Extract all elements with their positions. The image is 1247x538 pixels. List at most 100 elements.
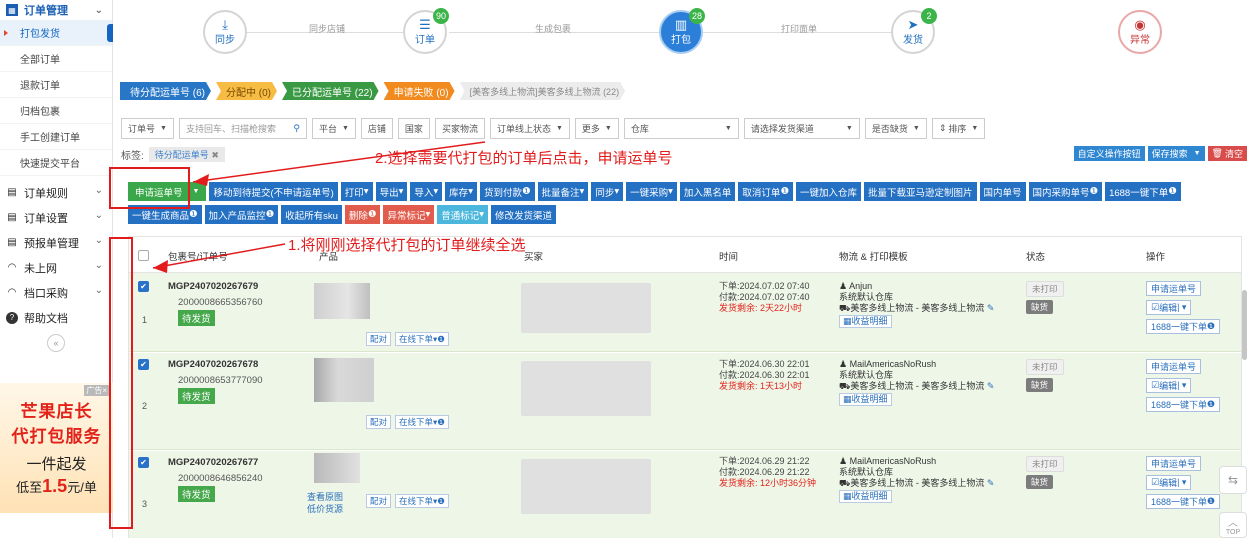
- one-click-purchase-button[interactable]: 一键采购 ▾: [626, 182, 677, 201]
- tab-allocating[interactable]: 分配中 (0): [216, 82, 277, 100]
- 1688-row-button[interactable]: 1688一键下单 ❶: [1146, 494, 1221, 509]
- add-warehouse-button[interactable]: 一键加入仓库: [795, 182, 861, 201]
- order-no[interactable]: 2000008653777090: [178, 375, 263, 386]
- back-to-top-button[interactable]: ︿ TOP: [1219, 512, 1247, 538]
- select-all-checkbox[interactable]: [138, 250, 149, 261]
- sidebar-group-help[interactable]: ? 帮助文档: [0, 305, 112, 330]
- channel-select[interactable]: 请选择发货渠道 ▼: [743, 117, 860, 139]
- view-original-image-link[interactable]: 查看原图: [307, 491, 343, 503]
- collapse-icon[interactable]: «: [47, 334, 65, 352]
- more-select[interactable]: 更多 ▼: [574, 117, 619, 139]
- close-icon[interactable]: ✖: [211, 150, 219, 160]
- delete-button[interactable]: 删除 ❶: [344, 205, 381, 224]
- apply-waybill-row-button[interactable]: 申请运单号: [1146, 456, 1202, 471]
- import-button[interactable]: 导入 ▾: [410, 182, 443, 201]
- print-button[interactable]: 打印 ▾: [340, 182, 373, 201]
- 1688-order-button[interactable]: 1688一键下单 ❶: [1105, 182, 1181, 201]
- package-no[interactable]: MGP2407020267679: [168, 281, 258, 292]
- row-checkbox[interactable]: ✔: [138, 457, 149, 468]
- edit-icon[interactable]: ✎: [987, 303, 995, 313]
- ad-tag[interactable]: 广告×: [84, 385, 109, 396]
- save-search-button[interactable]: 保存搜索 ▼: [1147, 146, 1205, 161]
- sidebar-collapse[interactable]: «: [0, 330, 112, 358]
- row-checkbox[interactable]: ✔: [138, 359, 149, 370]
- match-button[interactable]: 配对: [366, 494, 392, 508]
- ad-banner[interactable]: 广告× 芒果店长 代打包服务 一件起发 低至1.5元/单: [0, 383, 113, 513]
- sidebar-group-not-online[interactable]: ◠ 未上网 ⌄: [0, 255, 112, 280]
- tab-pending-waybill[interactable]: 待分配运单号 (6): [120, 82, 211, 100]
- platform-select[interactable]: 平台 ▼: [311, 117, 356, 139]
- sync-button[interactable]: 同步 ▾: [591, 182, 624, 201]
- apply-waybill-row-button[interactable]: 申请运单号: [1146, 359, 1202, 374]
- step-order[interactable]: ☰ 订单 90: [403, 8, 449, 54]
- exception-mark-button[interactable]: 异常标记 ▾: [383, 205, 435, 224]
- share-icon[interactable]: ⇆: [1219, 466, 1247, 494]
- tab-allocated[interactable]: 已分配运单号 (22): [282, 82, 379, 100]
- sidebar-item-all-orders[interactable]: 全部订单: [0, 46, 112, 72]
- stock-select[interactable]: 是否缺货 ▼: [864, 117, 927, 139]
- online-order-button[interactable]: 在线下单 ▾❶: [395, 332, 449, 346]
- step-exception[interactable]: ◉ 异常: [1118, 10, 1162, 54]
- match-button[interactable]: 配对: [366, 415, 392, 429]
- sidebar-group-order-settings[interactable]: ▤ 订单设置 ⌄: [0, 205, 112, 230]
- country-button[interactable]: 国家: [397, 117, 430, 139]
- sidebar-item-pack-ship[interactable]: 打包发货: [0, 20, 113, 46]
- product-monitor-button[interactable]: 加入产品监控 ❶: [204, 205, 279, 224]
- sort-select[interactable]: ⇕ 排序 ▼: [931, 117, 986, 139]
- tab-logistics-channel[interactable]: [美客多线上物流]美客多线上物流 (22): [460, 82, 626, 100]
- search-input[interactable]: 支持回车、扫描枪搜索 ⚲: [178, 117, 307, 139]
- tab-apply-failed[interactable]: 申请失败 (0): [384, 82, 455, 100]
- clear-button[interactable]: 🗑 清空: [1207, 146, 1247, 161]
- online-status-select[interactable]: 订单线上状态 ▼: [489, 117, 570, 139]
- sidebar-group-stall-purchase[interactable]: ◠ 档口采购 ⌄: [0, 280, 112, 305]
- product-image[interactable]: [314, 358, 374, 402]
- cod-button[interactable]: 货到付款 ❶: [479, 182, 535, 201]
- 1688-row-button[interactable]: 1688一键下单 ❶: [1146, 397, 1221, 412]
- row-checkbox[interactable]: ✔: [138, 281, 149, 292]
- tag-chip[interactable]: 待分配运单号 ✖: [148, 146, 225, 162]
- profit-detail-button[interactable]: ▦收益明细: [839, 393, 892, 406]
- package-no[interactable]: MGP2407020267678: [168, 359, 258, 370]
- step-pack[interactable]: ▥ 打包 28: [659, 8, 705, 54]
- order-no[interactable]: 2000008646856240: [178, 473, 263, 484]
- shop-button[interactable]: 店铺: [360, 117, 393, 139]
- product-image[interactable]: [314, 283, 370, 319]
- sidebar-group-forecast[interactable]: ▤ 预报单管理 ⌄: [0, 230, 112, 255]
- inventory-button[interactable]: 库存 ▾: [445, 182, 477, 201]
- custom-action-button[interactable]: 自定义操作按钮: [1073, 146, 1145, 161]
- domestic-no-button[interactable]: 国内单号: [979, 182, 1026, 201]
- warehouse-select[interactable]: 仓库 ▼: [623, 117, 739, 139]
- edit-icon[interactable]: ✎: [987, 381, 995, 391]
- domestic-purchase-no-button[interactable]: 国内采购单号 ❶: [1028, 182, 1103, 201]
- 1688-row-button[interactable]: 1688一键下单 ❶: [1146, 319, 1221, 334]
- download-amazon-images-button[interactable]: 批量下载亚马逊定制图片: [863, 182, 977, 201]
- edit-row-button[interactable]: ☑ 编辑 | ▾: [1146, 300, 1192, 315]
- scrollbar[interactable]: [1242, 290, 1247, 360]
- edit-row-button[interactable]: ☑ 编辑 | ▾: [1146, 378, 1192, 393]
- apply-waybill-row-button[interactable]: 申请运单号: [1146, 281, 1202, 296]
- online-order-button[interactable]: 在线下单 ▾❶: [395, 494, 449, 508]
- normal-mark-button[interactable]: 普通标记 ▾: [437, 205, 489, 224]
- profit-detail-button[interactable]: ▦收益明细: [839, 490, 892, 503]
- sidebar-item-manual-order[interactable]: 手工创建订单: [0, 124, 112, 150]
- export-button[interactable]: 导出 ▾: [375, 182, 408, 201]
- order-no-select[interactable]: 订单号 ▼: [121, 117, 174, 139]
- sidebar-group-order-rules[interactable]: ▤ 订单规则 ⌄: [0, 180, 112, 205]
- package-no[interactable]: MGP2407020267677: [168, 457, 258, 468]
- edit-icon[interactable]: ✎: [987, 478, 995, 488]
- move-to-submit-button[interactable]: 移动到待提交(不申请运单号): [209, 182, 338, 201]
- batch-remark-button[interactable]: 批量备注 ▾: [537, 182, 589, 201]
- sidebar-group-order-management[interactable]: ▦ 订单管理 ⌄: [0, 0, 112, 20]
- search-icon[interactable]: ⚲: [293, 123, 300, 134]
- low-price-source-link[interactable]: 低价货源: [307, 503, 343, 515]
- online-order-button[interactable]: 在线下单 ▾❶: [395, 415, 449, 429]
- edit-row-button[interactable]: ☑ 编辑 | ▾: [1146, 475, 1192, 490]
- step-ship[interactable]: ➤ 发货 2: [891, 8, 937, 54]
- sidebar-item-quick-submit[interactable]: 快速提交平台: [0, 150, 112, 176]
- step-sync[interactable]: ⤓ 同步: [203, 10, 247, 54]
- cancel-order-button[interactable]: 取消订单 ❶: [738, 182, 793, 201]
- change-channel-button[interactable]: 修改发货渠道: [491, 205, 557, 224]
- product-image[interactable]: [314, 453, 360, 483]
- match-button[interactable]: 配对: [366, 332, 392, 346]
- sidebar-item-refund-orders[interactable]: 退款订单: [0, 72, 112, 98]
